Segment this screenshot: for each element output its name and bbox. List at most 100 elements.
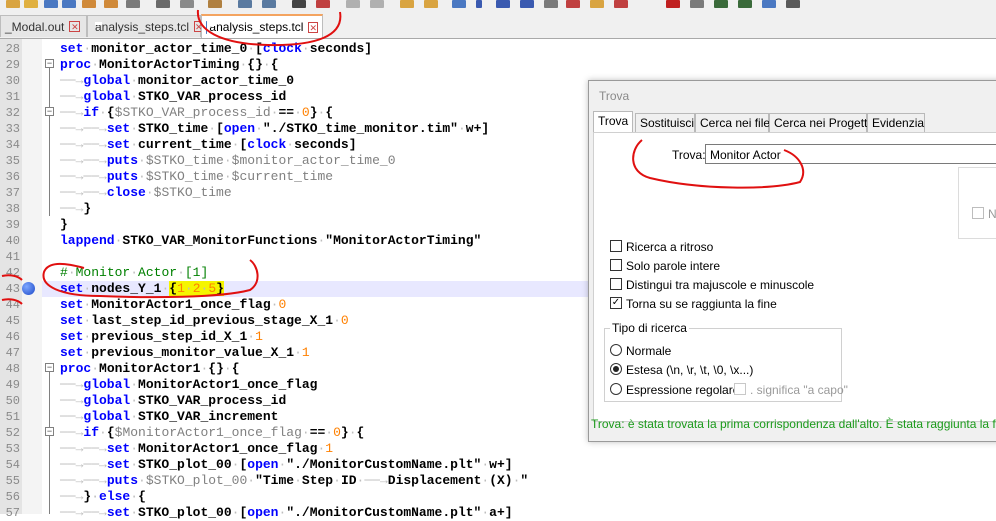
- doc-map-icon[interactable]: [544, 0, 558, 8]
- play-macro-icon[interactable]: [714, 0, 728, 8]
- search-mode-label: Estesa (\n, \r, \t, \0, \x...): [626, 363, 753, 377]
- line-number: 31: [0, 89, 20, 105]
- line-number: 34: [0, 137, 20, 153]
- in-selection-label: Ne: [988, 207, 996, 221]
- spellcheck-icon[interactable]: [786, 0, 800, 8]
- indent-guide-icon[interactable]: [496, 0, 510, 8]
- tab-analysis-steps-2[interactable]: analysis_steps.tcl ✕: [201, 14, 323, 38]
- code-line: ──→global·STKO_VAR_process_id: [60, 393, 286, 409]
- line-number: 47: [0, 345, 20, 361]
- code-line: ──→global·STKO_VAR_increment: [60, 409, 278, 425]
- line-number: 37: [0, 185, 20, 201]
- close-tab-icon[interactable]: ✕: [308, 22, 318, 33]
- monitor-icon[interactable]: [614, 0, 628, 8]
- line-number: 44: [0, 297, 20, 313]
- find-dialog: Trova Trova Sostituisci Cerca nei file C…: [588, 80, 996, 442]
- line-number: 49: [0, 377, 20, 393]
- code-line: set·previous_step_id_X_1·1: [60, 329, 263, 345]
- fold-minus-icon[interactable]: −: [45, 107, 54, 116]
- code-line: lappend·STKO_VAR_MonitorFunctions·"Monit…: [60, 233, 481, 249]
- paste-icon[interactable]: [208, 0, 222, 8]
- redo-icon[interactable]: [262, 0, 276, 8]
- line-number: 42: [0, 265, 20, 281]
- option-checkbox-match-case[interactable]: [610, 278, 622, 290]
- line-number: 32: [0, 105, 20, 121]
- save-macro-icon[interactable]: [762, 0, 776, 8]
- tab-label: _Modal.out: [5, 20, 64, 34]
- find-icon[interactable]: [292, 0, 306, 8]
- run-macro-icon[interactable]: [738, 0, 752, 8]
- search-mode-extended-radio[interactable]: [610, 363, 622, 375]
- line-number: 54: [0, 457, 20, 473]
- in-selection-checkbox[interactable]: [972, 207, 984, 219]
- sync-v-icon[interactable]: [400, 0, 414, 8]
- find-input[interactable]: Monitor Actor: [705, 144, 996, 164]
- zoom-in-icon[interactable]: [346, 0, 360, 8]
- code-line: ──→──→set·STKO_plot_00·[open·"./MonitorC…: [60, 505, 513, 521]
- stop-macro-icon[interactable]: [690, 0, 704, 8]
- line-number: 57: [0, 505, 20, 521]
- print-icon[interactable]: [126, 0, 140, 8]
- undo-icon[interactable]: [238, 0, 252, 8]
- save-icon[interactable]: [44, 0, 58, 8]
- code-line: set·MonitorActor1_once_flag·0: [60, 297, 286, 313]
- line-number: 41: [0, 249, 20, 265]
- option-checkbox-whole-word[interactable]: [610, 259, 622, 271]
- cut-icon[interactable]: [156, 0, 170, 8]
- close-all-icon[interactable]: [104, 0, 118, 8]
- status-message: Trova: è stata trovata la prima corrispo…: [591, 417, 996, 431]
- code-line: }: [60, 217, 68, 233]
- code-line: ──→──→puts·$STKO_time·$monitor_actor_tim…: [60, 153, 396, 169]
- find-label: Trova:: [672, 148, 706, 162]
- fold-minus-icon[interactable]: −: [45, 59, 54, 68]
- zoom-out-icon[interactable]: [370, 0, 384, 8]
- copy-icon[interactable]: [180, 0, 194, 8]
- all-chars-icon[interactable]: [476, 0, 482, 8]
- new-file-icon[interactable]: [6, 0, 20, 8]
- function-list-icon[interactable]: [566, 0, 580, 8]
- option-checkbox-wrap-around[interactable]: ✓: [610, 297, 622, 309]
- fold-minus-icon[interactable]: −: [45, 427, 54, 436]
- search-mode-title: Tipo di ricerca: [610, 321, 689, 335]
- option-label: Distingui tra majuscole e minuscole: [626, 278, 814, 292]
- tab-modal-out[interactable]: _Modal.out ✕: [0, 15, 87, 37]
- option-checkbox-backward[interactable]: [610, 240, 622, 252]
- close-tab-icon[interactable]: ✕: [69, 21, 80, 32]
- line-number: 45: [0, 313, 20, 329]
- line-number: 52: [0, 425, 20, 441]
- dot-newline-checkbox[interactable]: [734, 383, 746, 395]
- replace-icon[interactable]: [316, 0, 330, 8]
- tab-label: analysis_steps.tcl: [95, 20, 189, 34]
- search-mode-regex-radio[interactable]: [610, 383, 622, 395]
- code-line: ──→──→set·STKO_plot_00·[open·"./MonitorC…: [60, 457, 513, 473]
- line-number: 51: [0, 409, 20, 425]
- line-number: 39: [0, 217, 20, 233]
- code-line: ──→global·MonitorActor1_once_flag: [60, 377, 317, 393]
- fold-line: [49, 68, 50, 216]
- tab-mark[interactable]: Evidenzia: [867, 113, 925, 133]
- fold-margin[interactable]: [22, 39, 42, 514]
- bookmark-icon[interactable]: [22, 282, 35, 295]
- search-mode-normal-radio[interactable]: [610, 344, 622, 356]
- save-all-icon[interactable]: [62, 0, 76, 8]
- wrap-icon[interactable]: [452, 0, 466, 8]
- code-line: ──→if·{$MonitorActor1_once_flag·==·0}·{: [60, 425, 364, 441]
- fold-minus-icon[interactable]: −: [45, 363, 54, 372]
- option-label: Solo parole intere: [626, 259, 720, 273]
- file-tab-bar: _Modal.out ✕ analysis_steps.tcl ✕ analys…: [0, 10, 996, 39]
- find-panel: Trova: Monitor Actor Ne Ricerca a ritros…: [593, 132, 996, 422]
- line-number: 28: [0, 41, 20, 57]
- tab-analysis-steps-1[interactable]: analysis_steps.tcl ✕: [87, 15, 201, 37]
- tab-find-in-projects[interactable]: Cerca nei Progetti: [769, 113, 867, 133]
- tab-find[interactable]: Trova: [593, 111, 633, 133]
- open-file-icon[interactable]: [24, 0, 38, 8]
- close-icon[interactable]: [82, 0, 96, 8]
- lang-icon[interactable]: [520, 0, 534, 8]
- record-macro-icon[interactable]: [666, 0, 680, 8]
- tab-find-in-files[interactable]: Cerca nei file: [695, 113, 769, 133]
- folder-workspace-icon[interactable]: [590, 0, 604, 8]
- code-line: ──→──→puts·$STKO_time·$current_time: [60, 169, 333, 185]
- sync-h-icon[interactable]: [424, 0, 438, 8]
- line-number: 43: [0, 281, 20, 297]
- tab-replace[interactable]: Sostituisci: [635, 113, 695, 133]
